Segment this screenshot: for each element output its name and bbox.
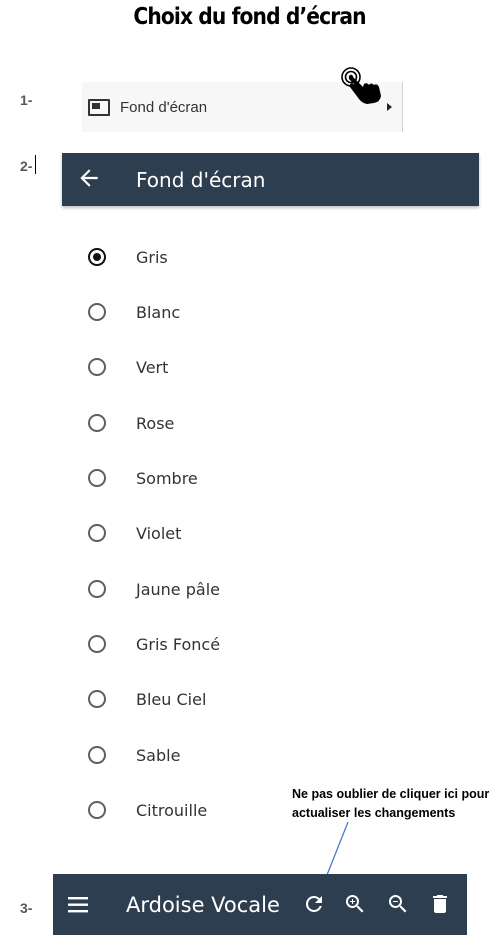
radio-button[interactable] xyxy=(88,801,106,819)
radio-button[interactable] xyxy=(88,469,106,487)
zoom-out-icon[interactable] xyxy=(386,892,410,916)
zoom-in-icon[interactable] xyxy=(343,892,367,916)
option-rose[interactable]: Rose xyxy=(80,405,380,441)
option-blanc[interactable]: Blanc xyxy=(80,294,380,330)
option-label: Sombre xyxy=(136,469,198,488)
option-label: Jaune pâle xyxy=(136,580,220,599)
wallpaper-header: Fond d'écran xyxy=(62,153,479,206)
pointing-hand-icon xyxy=(341,67,381,104)
option-label: Vert xyxy=(136,358,169,377)
option-violet[interactable]: Violet xyxy=(80,515,380,551)
radio-button[interactable] xyxy=(88,248,106,266)
refresh-annotation: Ne pas oublier de cliquer ici pour actua… xyxy=(292,785,499,823)
page-title: Choix du fond d’écran xyxy=(133,4,366,30)
option-sombre[interactable]: Sombre xyxy=(80,460,380,496)
radio-button[interactable] xyxy=(88,635,106,653)
app-toolbar: Ardoise Vocale xyxy=(53,874,467,935)
arrow-left-icon[interactable] xyxy=(76,165,102,191)
annotation-line-2: actualiser les changements xyxy=(292,806,456,820)
header-title: Fond d'écran xyxy=(136,168,266,192)
radio-button[interactable] xyxy=(88,580,106,598)
option-jaune-pale[interactable]: Jaune pâle xyxy=(80,571,380,607)
app-title: Ardoise Vocale xyxy=(126,893,280,917)
option-label: Blanc xyxy=(136,303,181,322)
option-gris[interactable]: Gris xyxy=(80,239,380,275)
radio-button[interactable] xyxy=(88,303,106,321)
wallpaper-menu-label: Fond d'écran xyxy=(120,99,208,116)
refresh-icon[interactable] xyxy=(302,892,326,916)
option-label: Bleu Ciel xyxy=(136,690,207,709)
option-vert[interactable]: Vert xyxy=(80,349,380,385)
chevron-right-icon xyxy=(387,103,392,111)
radio-button[interactable] xyxy=(88,690,106,708)
option-label: Gris Foncé xyxy=(136,635,221,654)
step-label-3: 3- xyxy=(20,900,33,916)
option-gris-fonce[interactable]: Gris Foncé xyxy=(80,626,380,662)
option-label: Sable xyxy=(136,746,181,765)
text-cursor xyxy=(35,155,36,174)
radio-button[interactable] xyxy=(88,358,106,376)
radio-button[interactable] xyxy=(88,746,106,764)
annotation-line-1: Ne pas oublier de cliquer ici pour xyxy=(292,787,490,801)
menu-icon[interactable] xyxy=(68,896,90,914)
option-sable[interactable]: Sable xyxy=(80,737,380,773)
radio-button[interactable] xyxy=(88,524,106,542)
radio-button[interactable] xyxy=(88,414,106,432)
wallpaper-icon xyxy=(88,99,110,116)
option-label: Rose xyxy=(136,414,175,433)
step-label-1: 1- xyxy=(20,92,33,108)
option-bleu-ciel[interactable]: Bleu Ciel xyxy=(80,681,380,717)
option-label: Violet xyxy=(136,524,182,543)
step-label-2: 2- xyxy=(20,158,33,174)
option-label: Gris xyxy=(136,248,168,267)
trash-icon[interactable] xyxy=(428,892,452,916)
option-label: Citrouille xyxy=(136,801,208,820)
